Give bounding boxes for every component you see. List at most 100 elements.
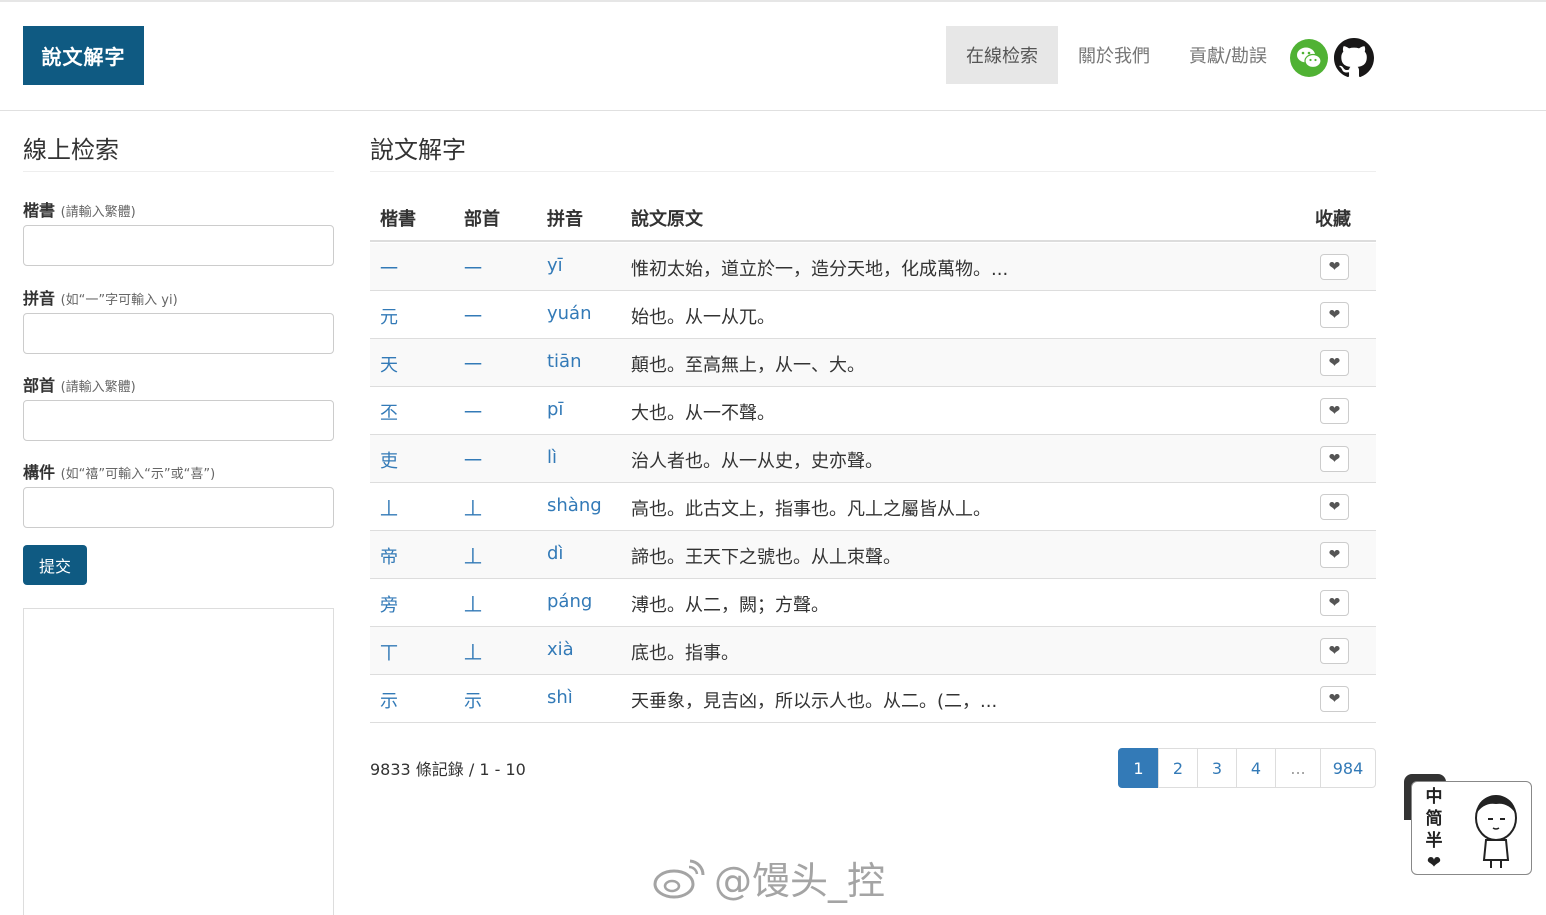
character-link[interactable]: 丕 xyxy=(380,399,398,425)
column-header-favorite: 收藏 xyxy=(1315,209,1351,230)
field-label-component: 構件 (如“禧”可輸入“示”或“喜”) xyxy=(23,459,215,483)
wechat-icon[interactable] xyxy=(1290,39,1328,77)
character-link[interactable]: 帝 xyxy=(380,543,398,569)
column-header-kaishu: 楷書 xyxy=(380,209,416,230)
favorite-button[interactable]: ❤ xyxy=(1320,446,1349,472)
field-label-text: 構件 xyxy=(23,463,56,482)
field-label-text: 拼音 xyxy=(23,289,56,308)
radical-link[interactable]: 一 xyxy=(464,303,482,329)
field-hint: (如“一”字可輸入 yi) xyxy=(60,293,178,308)
field-label-pinyin: 拼音 (如“一”字可輸入 yi) xyxy=(23,285,178,309)
table-row: 吏 一 lì 治人者也。从一从史，史亦聲。 ❤ xyxy=(370,435,1376,483)
page-link-4[interactable]: 4 xyxy=(1236,748,1276,788)
radical-link[interactable]: 一 xyxy=(464,447,482,473)
nav-about-us[interactable]: 關於我們 xyxy=(1058,26,1170,84)
heart-icon: ❤ xyxy=(1328,547,1341,563)
column-header-pinyin: 拼音 xyxy=(547,209,583,230)
character-link[interactable]: 丅 xyxy=(380,639,398,665)
widget-label: 中 简 半 ❤ xyxy=(1424,786,1444,874)
page-link-1[interactable]: 1 xyxy=(1118,748,1159,788)
divider xyxy=(23,171,334,172)
character-link[interactable]: 旁 xyxy=(380,591,398,617)
character-link[interactable]: 一 xyxy=(380,255,398,281)
pinyin-link[interactable]: dì xyxy=(547,543,563,564)
page-link-3[interactable]: 3 xyxy=(1197,748,1237,788)
column-header-bushou: 部首 xyxy=(464,209,500,230)
favorite-button[interactable]: ❤ xyxy=(1320,254,1349,280)
column-header-text: 說文原文 xyxy=(631,209,703,230)
github-icon[interactable] xyxy=(1334,38,1374,78)
pagination: 1 2 3 4 ... 984 xyxy=(1118,748,1376,788)
definition-text: 底也。指事。 xyxy=(631,643,739,664)
pinyin-link[interactable]: pī xyxy=(547,399,563,420)
pinyin-input[interactable] xyxy=(23,313,334,354)
heart-icon: ❤ xyxy=(1328,643,1341,659)
radical-link[interactable]: 一 xyxy=(464,255,482,281)
cartoon-character-icon xyxy=(1475,795,1517,868)
field-hint: (請輸入繁體) xyxy=(60,380,136,395)
submit-button[interactable]: 提交 xyxy=(23,545,87,585)
sidebar-panel xyxy=(23,608,334,915)
sidebar-title: 線上检索 xyxy=(23,136,119,164)
page-link-last[interactable]: 984 xyxy=(1320,748,1376,788)
weibo-logo-icon xyxy=(653,859,705,898)
heart-icon: ❤ xyxy=(1328,499,1341,515)
radical-link[interactable]: 丄 xyxy=(464,591,482,617)
radical-link[interactable]: 丄 xyxy=(464,639,482,665)
favorite-button[interactable]: ❤ xyxy=(1320,686,1349,712)
favorite-button[interactable]: ❤ xyxy=(1320,494,1349,520)
definition-text: 天垂象，見吉凶，所以示人也。从二。(二，... xyxy=(631,691,998,712)
radical-link[interactable]: 一 xyxy=(464,351,482,377)
favorite-button[interactable]: ❤ xyxy=(1320,590,1349,616)
pinyin-link[interactable]: yuán xyxy=(547,303,592,324)
favorite-button[interactable]: ❤ xyxy=(1320,302,1349,328)
radical-link[interactable]: 丄 xyxy=(464,543,482,569)
pinyin-link[interactable]: páng xyxy=(547,591,592,612)
nav-online-search[interactable]: 在線检索 xyxy=(946,26,1058,84)
heart-icon: ❤ xyxy=(1328,595,1341,611)
pinyin-link[interactable]: xià xyxy=(547,639,574,660)
pinyin-link[interactable]: shàng xyxy=(547,495,602,516)
table-row: 丄 丄 shàng 高也。此古文上，指事也。凡丄之屬皆从丄。 ❤ xyxy=(370,483,1376,531)
table-row: 帝 丄 dì 諦也。王天下之號也。从丄朿聲。 ❤ xyxy=(370,531,1376,579)
favorite-button[interactable]: ❤ xyxy=(1320,398,1349,424)
character-link[interactable]: 示 xyxy=(380,687,398,713)
definition-text: 諦也。王天下之號也。从丄朿聲。 xyxy=(631,547,901,568)
nav-contribute[interactable]: 貢獻/勘誤 xyxy=(1172,26,1284,84)
pinyin-link[interactable]: shì xyxy=(547,687,573,708)
table-row: 丕 一 pī 大也。从一不聲。 ❤ xyxy=(370,387,1376,435)
pinyin-link[interactable]: lì xyxy=(547,447,557,468)
favorite-button[interactable]: ❤ xyxy=(1320,638,1349,664)
watermark: @馒头_控 xyxy=(650,850,885,905)
heart-icon: ❤ xyxy=(1328,307,1341,323)
pinyin-link[interactable]: yī xyxy=(547,255,563,276)
favorite-button[interactable]: ❤ xyxy=(1320,542,1349,568)
page-link-2[interactable]: 2 xyxy=(1158,748,1198,788)
radical-link[interactable]: 示 xyxy=(464,687,482,713)
table-header: 楷書 部首 拼音 說文原文 收藏 xyxy=(370,195,1376,242)
table-row: 一 一 yī 惟初太始，道立於一，造分天地，化成萬物。... ❤ xyxy=(370,243,1376,291)
divider xyxy=(370,171,1376,172)
character-link[interactable]: 元 xyxy=(380,303,398,329)
field-label-kaishu: 楷書 (請輸入繁體) xyxy=(23,197,136,221)
floating-widget[interactable]: 中 简 半 ❤ xyxy=(1411,781,1532,875)
character-link[interactable]: 天 xyxy=(380,351,398,377)
component-input[interactable] xyxy=(23,487,334,528)
field-label-text: 楷書 xyxy=(23,201,56,220)
character-link[interactable]: 丄 xyxy=(380,495,398,521)
brand-logo[interactable]: 說文解字 xyxy=(23,26,144,85)
table-row: 天 一 tiān 顛也。至高無上，从一、大。 ❤ xyxy=(370,339,1376,387)
page-ellipsis: ... xyxy=(1275,748,1321,788)
field-label-bushou: 部首 (請輸入繁體) xyxy=(23,372,136,396)
pinyin-link[interactable]: tiān xyxy=(547,351,582,372)
navbar: 說文解字 在線检索 關於我們 貢獻/勘誤 xyxy=(0,2,1546,111)
character-link[interactable]: 吏 xyxy=(380,447,398,473)
record-count: 9833 條記錄 / 1 - 10 xyxy=(370,760,526,779)
field-hint: (請輸入繁體) xyxy=(60,205,136,220)
favorite-button[interactable]: ❤ xyxy=(1320,350,1349,376)
kaishu-input[interactable] xyxy=(23,225,334,266)
bushou-input[interactable] xyxy=(23,400,334,441)
radical-link[interactable]: 一 xyxy=(464,399,482,425)
radical-link[interactable]: 丄 xyxy=(464,495,482,521)
definition-text: 溥也。从二，闕；方聲。 xyxy=(631,595,829,616)
